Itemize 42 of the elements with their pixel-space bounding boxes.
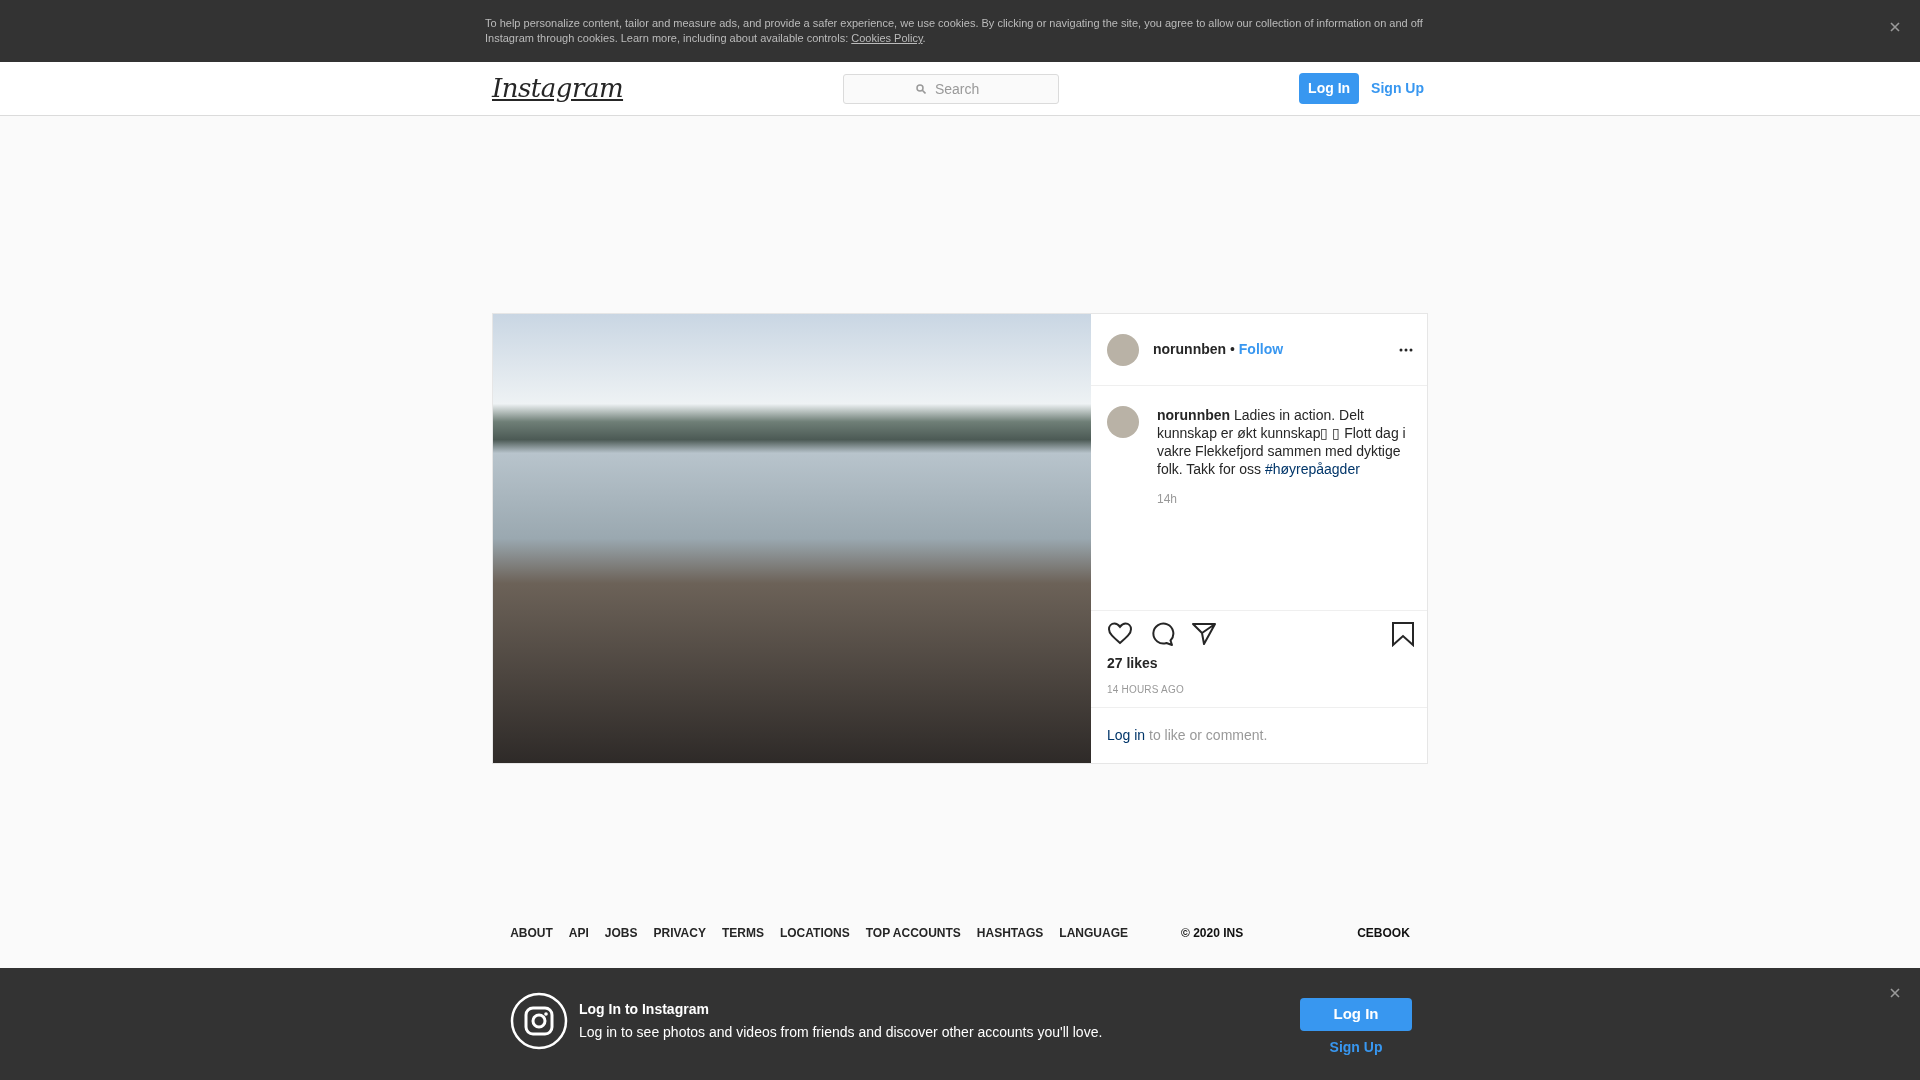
bookmark-icon	[1391, 621, 1415, 647]
hashtag-link[interactable]: #høyrepåagder	[1264, 461, 1360, 477]
cookies-policy-link[interactable]: Cookies Policy	[851, 32, 923, 44]
separator-dot: •	[1229, 341, 1236, 357]
more-options-button[interactable]	[1399, 347, 1413, 352]
comment-button[interactable]	[1149, 621, 1175, 647]
copyright-text: © 2020 INS	[1181, 925, 1244, 942]
more-icon	[1399, 347, 1413, 352]
footer-link[interactable]: ABOUT	[510, 924, 553, 942]
username-link[interactable]: norunnben	[1157, 407, 1231, 423]
post-date: 14 HOURS AGO	[1107, 683, 1185, 697]
caption-text: norunnben Ladies in action. Delt kunnskap er økt kunnskap▯ ▯ Flott dag i vakre Flekkefjord sammen med dyktige folk. Takk for oss #høyrepåagder	[1157, 406, 1407, 478]
login-bar-title: Log In to Instagram	[579, 1000, 710, 1019]
save-button[interactable]	[1391, 621, 1415, 647]
footer-link[interactable]: TERMS	[721, 924, 764, 942]
footer-link[interactable]: TOP ACCOUNTS	[865, 924, 961, 942]
footer-link[interactable]: LOCATIONS	[779, 924, 850, 942]
instagram-logo[interactable]: Instagram	[492, 69, 624, 108]
close-icon	[1890, 22, 1900, 32]
login-prompt: Log in to like or comment.	[1107, 726, 1268, 745]
log-in-link[interactable]: Log in	[1107, 727, 1146, 743]
timestamp: 14h	[1157, 491, 1179, 508]
footer-link[interactable]: LANGUAGE	[1059, 924, 1128, 942]
like-count: 27 likes	[1107, 654, 1159, 673]
copyright-text: CEBOOK	[1357, 925, 1410, 942]
footer-link[interactable]: JOBS	[604, 924, 638, 942]
heart-icon	[1107, 621, 1133, 647]
footer-link[interactable]: PRIVACY	[653, 924, 706, 942]
footer-link[interactable]: HASHTAGS	[976, 924, 1044, 942]
footer-link[interactable]: API	[568, 924, 589, 942]
cookie-notice: To help personalize content, tailor and measure ads, and provide a safer experience, we use cookies. By clicking or navigating the site, you agree to allow our collection of information on and off Instagram through cookies. Learn more, including about available controls: Cookies Policy.	[485, 16, 1424, 46]
paper-plane-icon	[1191, 621, 1217, 647]
like-button[interactable]	[1107, 621, 1133, 647]
login-bar-subtitle: Log in to see photos and videos from friends and discover other accounts you'll love.	[579, 1023, 1103, 1042]
search-field[interactable]: Search	[843, 73, 1060, 104]
close-icon	[1890, 988, 1900, 998]
username-link[interactable]: norunnben	[1153, 341, 1227, 357]
speech-bubble-icon	[1149, 621, 1175, 647]
share-button[interactable]	[1191, 621, 1217, 647]
instagram-icon	[510, 992, 568, 1050]
search-icon	[916, 83, 927, 94]
sign-up-link[interactable]: Sign Up	[1325, 1036, 1387, 1058]
